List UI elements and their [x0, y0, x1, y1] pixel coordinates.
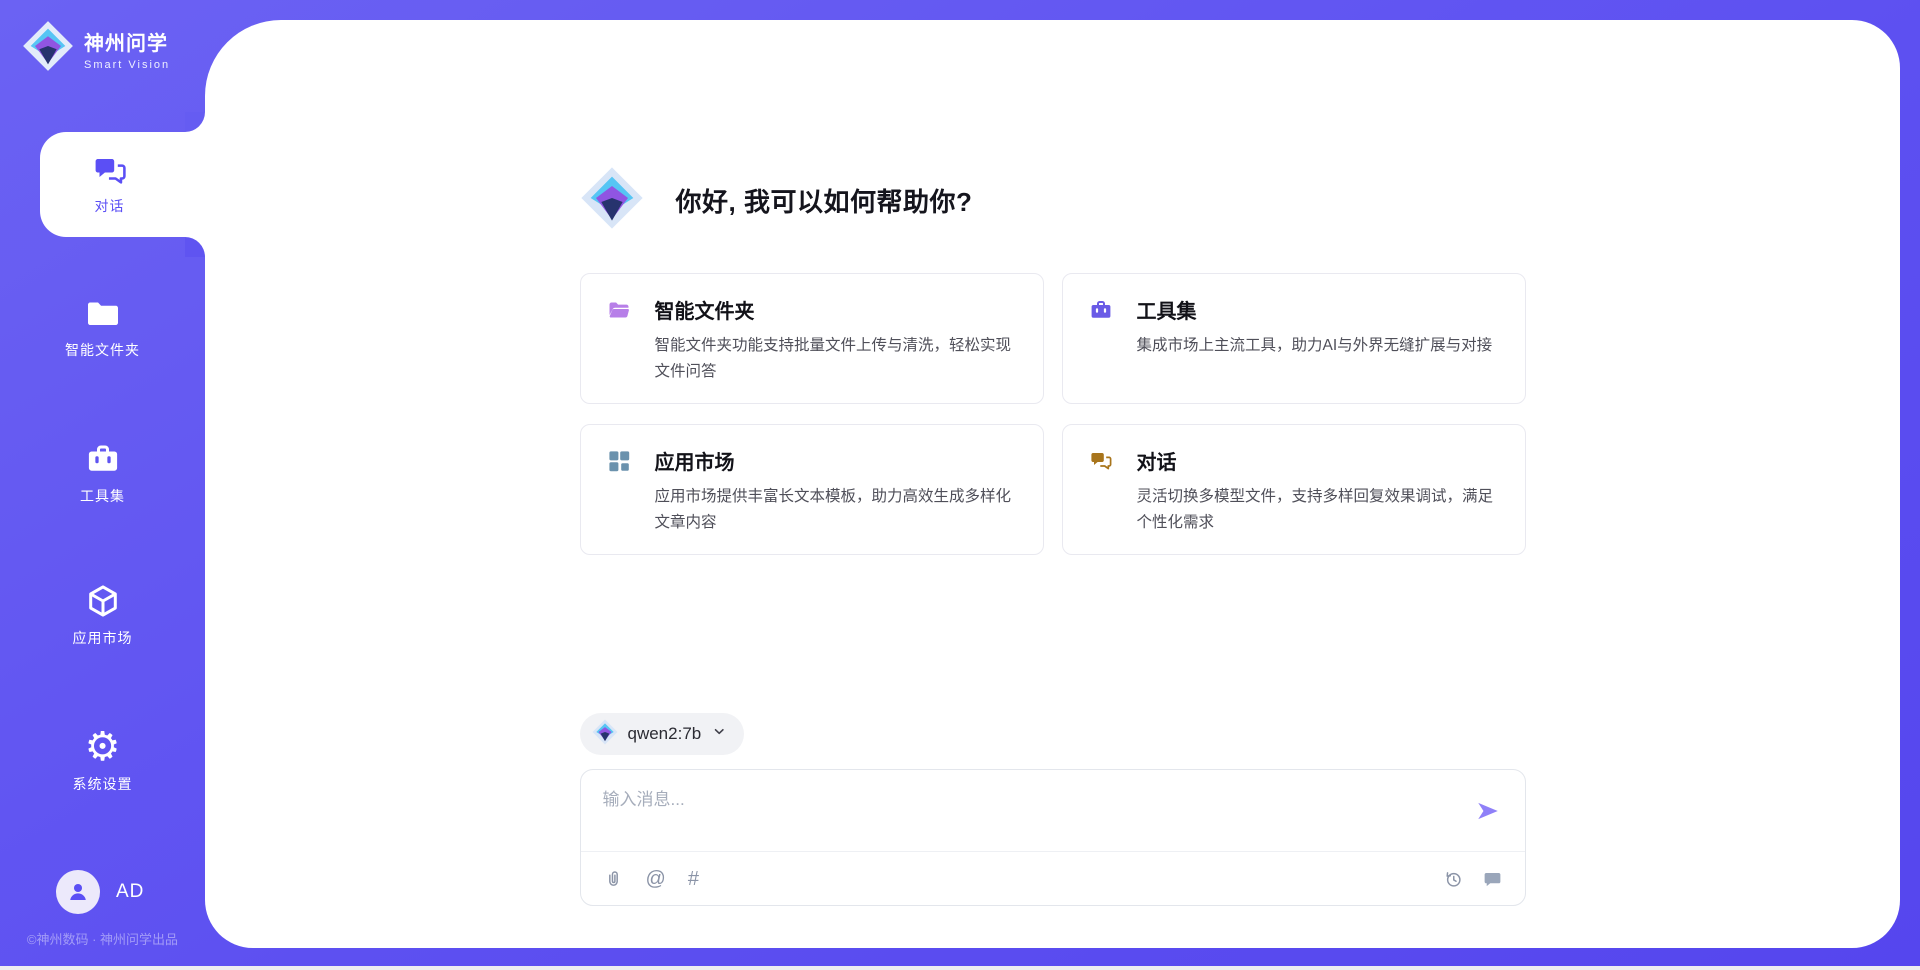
greeting-title: 你好, 我可以如何帮助你? [676, 182, 973, 219]
sidebar-item-label: 工具集 [80, 486, 125, 506]
sidebar-item-toolbox[interactable]: 工具集 [0, 418, 205, 528]
chat-icon [1089, 449, 1113, 473]
card-smart-folder[interactable]: 智能文件夹 智能文件夹功能支持批量文件上传与清洗，轻松实现文件问答 [580, 273, 1044, 404]
card-title: 对话 [1137, 446, 1177, 475]
sidebar-item-smart-folder[interactable]: 智能文件夹 [0, 272, 205, 382]
person-icon [65, 879, 91, 905]
message-input-box: @ # [580, 769, 1526, 906]
sidebar-footer-note: ©神州数码 · 神州问学出品 [0, 929, 205, 948]
diamond-logo-icon [592, 719, 618, 750]
toolbox-icon [1089, 298, 1113, 322]
sidebar-item-label: 智能文件夹 [65, 340, 140, 360]
main-panel: 你好, 我可以如何帮助你? 智能文件夹 智能文件夹功能支持批量文件上传与清洗，轻… [205, 20, 1900, 948]
folder-icon [85, 295, 121, 331]
sidebar-item-label: 对话 [95, 196, 125, 216]
history-icon[interactable] [1443, 869, 1464, 890]
message-input[interactable] [603, 785, 1433, 843]
sidebar-item-app-market[interactable]: 应用市场 [0, 560, 205, 670]
card-description: 应用市场提供丰富长文本模板，助力高效生成多样化文章内容 [655, 484, 1017, 535]
card-title: 智能文件夹 [655, 295, 755, 324]
diamond-logo-icon [580, 166, 644, 235]
brand-name: 神州问学 [84, 27, 170, 56]
card-chat[interactable]: 对话 灵活切换多模型文件，支持多样回复效果调试，满足个性化需求 [1062, 424, 1526, 555]
toolbox-icon [85, 441, 121, 477]
diamond-logo-icon [22, 20, 74, 77]
greeting: 你好, 我可以如何帮助你? [580, 166, 1526, 235]
card-title: 应用市场 [655, 446, 735, 475]
gear-icon: ⚙ [85, 729, 121, 765]
avatar [56, 870, 100, 914]
sidebar: 神州问学 Smart Vision 对话 智能文件夹 [0, 0, 205, 970]
model-name: qwen2:7b [628, 724, 702, 744]
chevron-down-icon [711, 723, 728, 745]
cube-icon [85, 583, 121, 619]
brand: 神州问学 Smart Vision [22, 20, 170, 77]
feature-cards: 智能文件夹 智能文件夹功能支持批量文件上传与清洗，轻松实现文件问答 工具集 [580, 273, 1526, 555]
sidebar-item-settings[interactable]: ⚙ 系统设置 [0, 706, 205, 816]
card-toolbox[interactable]: 工具集 集成市场上主流工具，助力AI与外界无缝扩展与对接 [1062, 273, 1526, 404]
composer: qwen2:7b [580, 713, 1526, 906]
sidebar-item-chat[interactable]: 对话 [40, 132, 205, 237]
card-title: 工具集 [1137, 295, 1197, 324]
card-description: 集成市场上主流工具，助力AI与外界无缝扩展与对接 [1137, 333, 1499, 359]
feedback-icon[interactable] [1482, 869, 1503, 890]
attachment-icon[interactable] [603, 869, 624, 890]
card-app-market[interactable]: 应用市场 应用市场提供丰富长文本模板，助力高效生成多样化文章内容 [580, 424, 1044, 555]
sidebar-item-label: 应用市场 [73, 628, 133, 648]
send-icon[interactable] [1475, 798, 1501, 824]
folder-open-icon [607, 298, 631, 322]
hashtag-icon[interactable]: # [688, 868, 699, 891]
chat-icon [92, 153, 128, 189]
mention-icon[interactable]: @ [646, 868, 666, 891]
brand-subtitle: Smart Vision [84, 59, 170, 71]
sidebar-item-label: 系统设置 [73, 774, 133, 794]
input-toolbar: @ # [603, 852, 1503, 906]
model-selector[interactable]: qwen2:7b [580, 713, 745, 755]
horizontal-scrollbar-track[interactable] [0, 966, 1920, 970]
tab-fillet [185, 112, 205, 132]
user-label: AD [116, 881, 144, 903]
user-account[interactable]: AD [56, 870, 144, 914]
tab-fillet [185, 237, 205, 257]
grid-icon [607, 449, 631, 473]
card-description: 智能文件夹功能支持批量文件上传与清洗，轻松实现文件问答 [655, 333, 1017, 384]
card-description: 灵活切换多模型文件，支持多样回复效果调试，满足个性化需求 [1137, 484, 1499, 535]
